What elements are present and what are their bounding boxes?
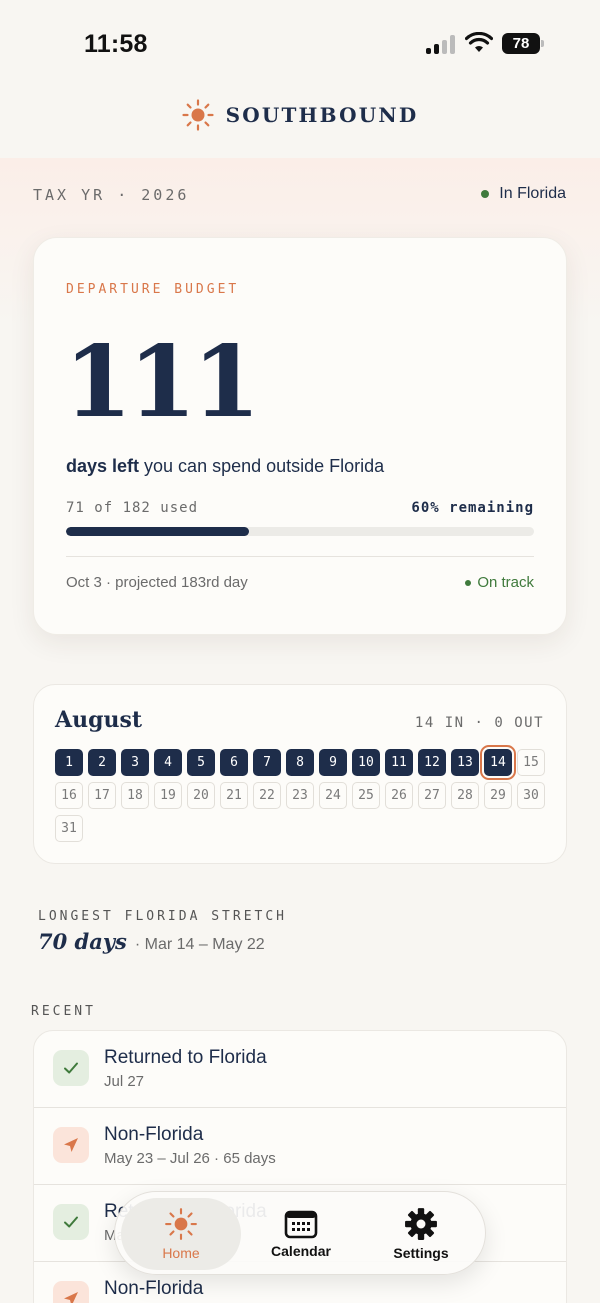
check-icon (53, 1050, 89, 1086)
calendar-day[interactable]: 3 (121, 749, 149, 776)
recent-item[interactable]: Non-Florida May 23 – Jul 26 · 65 days (34, 1108, 566, 1185)
days-used-text: 71 of 182 used (66, 500, 199, 516)
on-track-text: On track (477, 574, 534, 591)
tab-home[interactable]: Home (121, 1198, 241, 1270)
calendar-day[interactable]: 31 (55, 815, 83, 842)
on-track-badge: On track (465, 574, 534, 591)
tab-settings-label: Settings (393, 1245, 449, 1261)
departure-budget-card: DEPARTURE BUDGET 111 days left you can s… (33, 237, 567, 635)
recent-item-subtitle: Jul 27 (104, 1073, 145, 1090)
calendar-day[interactable]: 1 (55, 749, 83, 776)
app-title: SOUTHBOUND (225, 103, 419, 127)
remaining-percent: 60% remaining (411, 500, 534, 516)
calendar-day[interactable]: 13 (451, 749, 479, 776)
calendar-day[interactable]: 5 (187, 749, 215, 776)
plane-icon (53, 1127, 89, 1163)
calendar-day[interactable]: 20 (187, 782, 215, 809)
longest-stretch-label: LONGEST FLORIDA STRETCH (38, 909, 288, 924)
gear-icon (405, 1208, 437, 1240)
recent-item-subtitle: May 23 – Jul 26 · 65 days (104, 1150, 276, 1167)
calendar-day[interactable]: 29 (484, 782, 512, 809)
recent-item-title: Returned to Florida (104, 1047, 267, 1068)
calendar-day[interactable]: 8 (286, 749, 314, 776)
status-dot (465, 579, 472, 586)
calendar-day[interactable]: 12 (418, 749, 446, 776)
cellular-signal-icon (426, 34, 456, 54)
longest-stretch-range: · Mar 14 – May 22 (134, 936, 265, 953)
calendar-month-title: August (55, 707, 142, 733)
calendar-day[interactable]: 9 (319, 749, 347, 776)
month-calendar-card[interactable]: August 14 IN · 0 OUT 1 2 3 4 5 6 7 8 9 10 11 12 13 14… (33, 684, 567, 864)
calendar-day[interactable]: 15 (517, 749, 545, 776)
calendar-day[interactable]: 22 (253, 782, 281, 809)
check-icon (53, 1204, 89, 1240)
calendar-day[interactable]: 18 (121, 782, 149, 809)
recent-item-title: Non-Florida (104, 1278, 204, 1299)
days-left-bold: days left (66, 456, 140, 476)
budget-progress-bar (66, 527, 534, 536)
plane-icon (53, 1281, 89, 1303)
calendar-day[interactable]: 27 (418, 782, 446, 809)
calendar-day[interactable]: 4 (154, 749, 182, 776)
status-bar: 11:58 78 (0, 0, 600, 80)
sun-icon (181, 99, 214, 131)
calendar-stats: 14 IN · 0 OUT (414, 715, 544, 731)
days-left-number: 111 (64, 325, 261, 440)
longest-stretch-row: 70 days · Mar 14 – May 22 (38, 929, 265, 954)
tab-home-label: Home (162, 1245, 200, 1261)
calendar-day[interactable]: 11 (385, 749, 413, 776)
days-left-rest: you can spend outside Florida (139, 456, 385, 476)
battery-level: 78 (502, 33, 540, 54)
budget-progress-fill (66, 527, 249, 536)
calendar-day[interactable]: 26 (385, 782, 413, 809)
projection-row: Oct 3 · projected 183rd day On track (66, 574, 534, 591)
longest-stretch-value: 70 days (38, 929, 127, 954)
calendar-day[interactable]: 16 (55, 782, 83, 809)
calendar-day[interactable]: 30 (517, 782, 545, 809)
days-left-caption: days left you can spend outside Florida (66, 456, 384, 477)
recent-item-title: Non-Florida (104, 1124, 204, 1145)
calendar-day[interactable]: 7 (253, 749, 281, 776)
calendar-day[interactable]: 25 (352, 782, 380, 809)
calendar-day[interactable]: 28 (451, 782, 479, 809)
tab-bar: Home Calendar Settings (114, 1191, 486, 1275)
tab-settings[interactable]: Settings (361, 1198, 481, 1270)
recent-item[interactable]: Returned to Florida Jul 27 (34, 1031, 566, 1108)
calendar-day[interactable]: 2 (88, 749, 116, 776)
calendar-icon (284, 1210, 318, 1239)
calendar-day[interactable]: 6 (220, 749, 248, 776)
tab-calendar-label: Calendar (271, 1243, 331, 1259)
tax-year-label: TAX YR · 2026 (33, 186, 190, 204)
usage-row: 71 of 182 used 60% remaining (66, 500, 534, 516)
wifi-icon (465, 32, 493, 52)
location-status: In Florida (481, 185, 566, 203)
calendar-day[interactable]: 17 (88, 782, 116, 809)
calendar-day[interactable]: 21 (220, 782, 248, 809)
battery-icon: 78 (502, 33, 546, 55)
location-status-text: In Florida (499, 185, 566, 202)
sun-icon (165, 1208, 197, 1240)
calendar-day[interactable]: 24 (319, 782, 347, 809)
budget-label: DEPARTURE BUDGET (66, 282, 240, 297)
calendar-grid: 1 2 3 4 5 6 7 8 9 10 11 12 13 14 15 16 17 18 19 20 21 22 23 24 2… (55, 745, 547, 842)
projection-text: Oct 3 · projected 183rd day (66, 574, 248, 591)
status-dot (481, 190, 490, 198)
calendar-day[interactable]: 19 (154, 782, 182, 809)
divider (66, 556, 534, 557)
tab-calendar[interactable]: Calendar (241, 1198, 361, 1270)
calendar-day[interactable]: 10 (352, 749, 380, 776)
calendar-day[interactable]: 23 (286, 782, 314, 809)
app-header: SOUTHBOUND (0, 98, 600, 132)
recent-section-label: RECENT (31, 1004, 96, 1019)
status-time: 11:58 (84, 30, 148, 58)
calendar-day[interactable]: 14 (480, 745, 516, 780)
